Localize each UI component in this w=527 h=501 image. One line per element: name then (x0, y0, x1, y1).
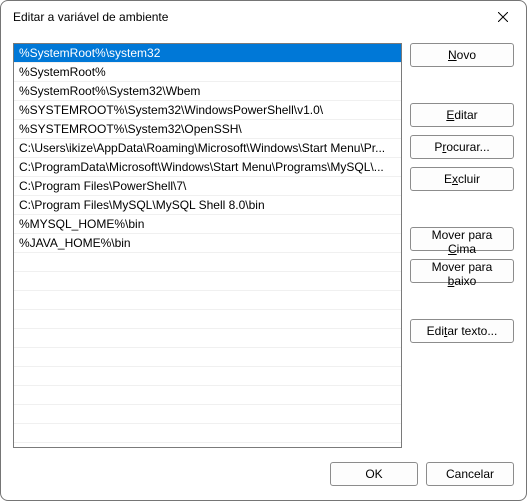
list-item[interactable]: C:\ProgramData\Microsoft\Windows\Start M… (14, 158, 401, 177)
new-button[interactable]: Novo (410, 43, 514, 67)
browse-button[interactable]: Procurar... (410, 135, 514, 159)
main-row: %SystemRoot%\system32%SystemRoot%%System… (13, 43, 514, 448)
list-item[interactable]: %SystemRoot% (14, 63, 401, 82)
delete-button[interactable]: Excluir (410, 167, 514, 191)
list-item-empty[interactable] (14, 424, 401, 443)
list-item-empty[interactable] (14, 310, 401, 329)
dialog-body: %SystemRoot%\system32%SystemRoot%%System… (1, 33, 526, 500)
list-item[interactable]: %SYSTEMROOT%\System32\OpenSSH\ (14, 120, 401, 139)
list-item[interactable]: C:\Program Files\MySQL\MySQL Shell 8.0\b… (14, 196, 401, 215)
close-button[interactable] (480, 1, 526, 33)
edit-button[interactable]: Editar (410, 103, 514, 127)
list-item-empty[interactable] (14, 329, 401, 348)
list-item-empty[interactable] (14, 253, 401, 272)
list-item-empty[interactable] (14, 386, 401, 405)
list-item[interactable]: %SystemRoot%\System32\Wbem (14, 82, 401, 101)
close-icon (498, 10, 508, 25)
list-item-empty[interactable] (14, 348, 401, 367)
ok-button[interactable]: OK (330, 462, 418, 486)
window-title: Editar a variável de ambiente (13, 10, 168, 24)
edit-text-button[interactable]: Editar texto... (410, 319, 514, 343)
list-item[interactable]: %JAVA_HOME%\bin (14, 234, 401, 253)
list-item[interactable]: C:\Users\ikize\AppData\Roaming\Microsoft… (14, 139, 401, 158)
list-item[interactable]: %SYSTEMROOT%\System32\WindowsPowerShell\… (14, 101, 401, 120)
list-item-empty[interactable] (14, 405, 401, 424)
list-item-empty[interactable] (14, 367, 401, 386)
list-item-empty[interactable] (14, 272, 401, 291)
path-listbox-inner: %SystemRoot%\system32%SystemRoot%%System… (14, 44, 401, 447)
move-up-button[interactable]: Mover para Cima (410, 227, 514, 251)
move-down-button[interactable]: Mover para baixo (410, 259, 514, 283)
titlebar: Editar a variável de ambiente (1, 1, 526, 33)
dialog-bottom-row: OK Cancelar (13, 448, 514, 488)
side-button-column: Novo Editar Procurar... Excluir Mover pa… (410, 43, 514, 448)
dialog-window: Editar a variável de ambiente %SystemRoo… (0, 0, 527, 501)
list-item-empty[interactable] (14, 291, 401, 310)
list-item[interactable]: C:\Program Files\PowerShell\7\ (14, 177, 401, 196)
path-listbox[interactable]: %SystemRoot%\system32%SystemRoot%%System… (13, 43, 402, 448)
list-item[interactable]: %MYSQL_HOME%\bin (14, 215, 401, 234)
list-item[interactable]: %SystemRoot%\system32 (14, 44, 401, 63)
cancel-button[interactable]: Cancelar (426, 462, 514, 486)
